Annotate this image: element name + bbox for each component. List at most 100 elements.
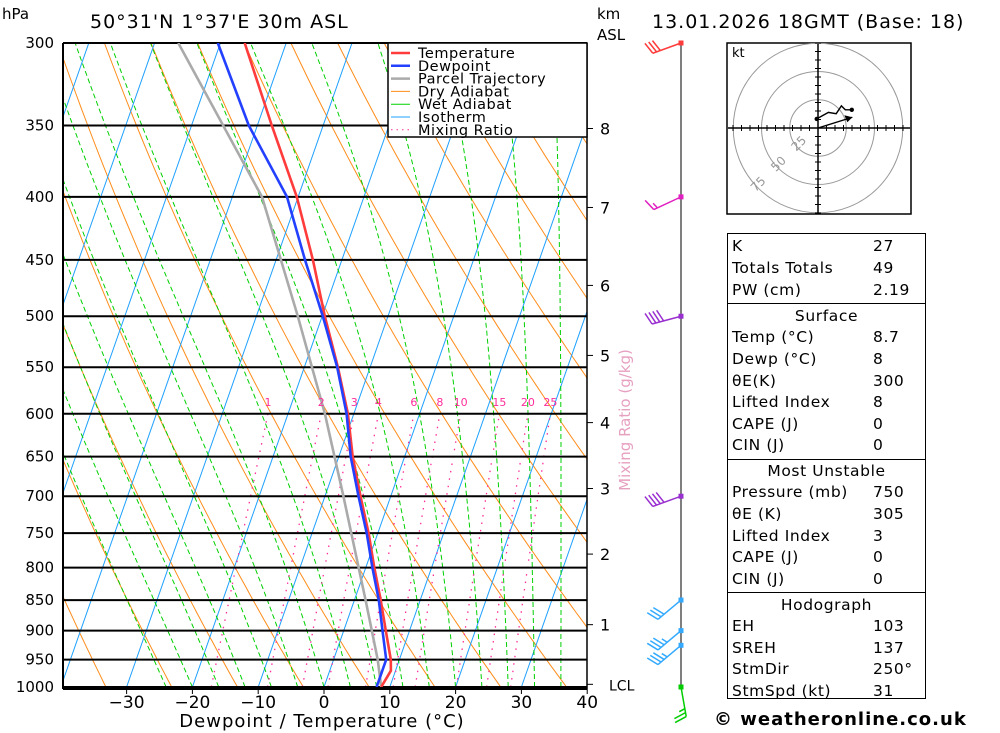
mu-cin-value: 0	[873, 570, 884, 588]
pressure-tick-label: 700	[25, 487, 54, 505]
hodograph-unit: kt	[732, 46, 745, 61]
mixing-ratio-label: 25	[543, 396, 557, 409]
wind-barb	[644, 40, 684, 54]
barb-shaft	[680, 686, 687, 717]
wet-adiabat	[150, 43, 378, 687]
surface-cape-value: 0	[873, 415, 884, 433]
wind-barb	[644, 309, 684, 325]
pressure-tick-label: 550	[25, 358, 54, 376]
x-axis-label: Dewpoint / Temperature (°C)	[179, 711, 464, 732]
hodograph: 255075kt	[726, 42, 912, 215]
series-dewpoint	[216, 43, 388, 687]
tt-value: 49	[873, 259, 894, 277]
surface-dewp-value: 8	[873, 350, 884, 368]
sreh-value: 137	[873, 639, 905, 657]
km-tick-label: 7	[600, 198, 610, 217]
barb-shaft	[657, 599, 682, 620]
dry-adiabat	[63, 56, 370, 687]
km-tick-label: LCL	[609, 678, 635, 694]
pressure-tick-label: 500	[25, 307, 54, 325]
km-tick-label: 1	[600, 616, 610, 635]
mixing-ratio-label: 2	[318, 396, 325, 409]
mu-thetae-value: 305	[873, 505, 905, 523]
surface-title: Surface	[794, 307, 859, 325]
surface-thetae-label: θE(K)	[732, 372, 777, 390]
wind-barb	[646, 628, 684, 651]
pressure-unit: hPa	[2, 5, 29, 23]
mixing-ratio-line	[510, 413, 552, 687]
x-tick-label: −10	[240, 693, 276, 713]
pressure-tick-label: 850	[25, 591, 54, 609]
surface-li-value: 8	[873, 393, 884, 411]
barb-station-dot	[678, 313, 684, 319]
hodograph-end-dot	[849, 107, 854, 113]
pressure-tick-label: 450	[25, 251, 54, 269]
wet-adiabat	[442, 43, 509, 687]
series-parcel-trajectory	[177, 43, 383, 687]
pressure-tick-label: 950	[25, 651, 54, 669]
barb-station-dot	[678, 642, 684, 648]
barb-station-dot	[678, 628, 684, 634]
mixing-ratio-label: 6	[410, 396, 417, 409]
isotherm	[63, 43, 156, 307]
pressure-tick-label: 800	[25, 559, 54, 577]
sreh-label: SREH	[732, 639, 777, 657]
wet-adiabat	[377, 43, 483, 687]
legend: TemperatureDewpointParcel TrajectoryDry …	[387, 42, 588, 139]
pressure-tick-label: 1000	[16, 678, 54, 696]
surface-dewp-label: Dewp (°C)	[732, 350, 817, 368]
k-label: K	[732, 237, 743, 255]
pressure-tick-label: 300	[25, 34, 54, 52]
barb-station-dot	[678, 194, 684, 200]
barb-half-feather	[661, 652, 668, 658]
x-tick-label: 20	[445, 693, 467, 713]
barb-shaft	[653, 196, 682, 211]
km-tick-label: 8	[600, 120, 610, 139]
mu-thetae-label: θE (K)	[732, 505, 783, 523]
wind-barb	[646, 597, 684, 620]
wind-barbs	[644, 40, 687, 724]
stmspd-value: 31	[873, 682, 894, 700]
x-tick-label: −20	[174, 693, 210, 713]
eh-label: EH	[732, 617, 755, 635]
mixing-ratio-label: 4	[375, 396, 382, 409]
mixing-ratio-label: 15	[492, 396, 506, 409]
barb-station-dot	[678, 597, 684, 603]
dry-adiabat	[975, 25, 1000, 687]
wind-barb	[674, 684, 687, 724]
mu-pressure-label: Pressure (mb)	[732, 483, 848, 501]
pressure-tick-label: 400	[25, 188, 54, 206]
mu-li-value: 3	[873, 527, 884, 545]
pw-value: 2.19	[873, 281, 910, 299]
mu-pressure-value: 750	[873, 483, 905, 501]
km-tick-label: 2	[600, 545, 610, 564]
mixing-ratio-line	[210, 413, 269, 687]
isobars	[63, 42, 587, 688]
x-tick-label: 30	[511, 693, 533, 713]
isotherm	[63, 43, 287, 683]
indices-table: K 27 Totals Totals 49 PW (cm) 2.19 Surfa…	[727, 233, 926, 700]
mixing-ratio-label: 3	[351, 396, 358, 409]
barb-station-dot	[678, 40, 684, 46]
barb-half-feather	[678, 708, 686, 713]
barb-half-feather	[661, 638, 668, 643]
surface-temp-value: 8.7	[873, 328, 900, 346]
legend-label: Mixing Ratio	[418, 123, 513, 139]
isotherm	[126, 43, 353, 687]
x-tick-label: 40	[576, 693, 598, 713]
km-tick-label: 6	[600, 276, 610, 295]
surface-thetae-value: 300	[873, 372, 905, 390]
surface-temp-label: Temp (°C)	[732, 328, 815, 346]
barb-feather	[644, 199, 655, 211]
barb-shaft	[652, 495, 682, 508]
barb-station-dot	[678, 684, 684, 690]
km-unit: km	[597, 5, 620, 23]
mixing-ratio-line	[392, 413, 441, 687]
mixing-ratio-line	[455, 413, 501, 687]
pressure-tick-label: 650	[25, 448, 54, 466]
mixing-ratio-label: 8	[436, 396, 443, 409]
pressure-tick-label: 900	[25, 622, 54, 640]
hodograph-start-dot	[814, 116, 819, 122]
mu-li-label: Lifted Index	[732, 527, 831, 545]
surface-cin-value: 0	[873, 436, 884, 454]
